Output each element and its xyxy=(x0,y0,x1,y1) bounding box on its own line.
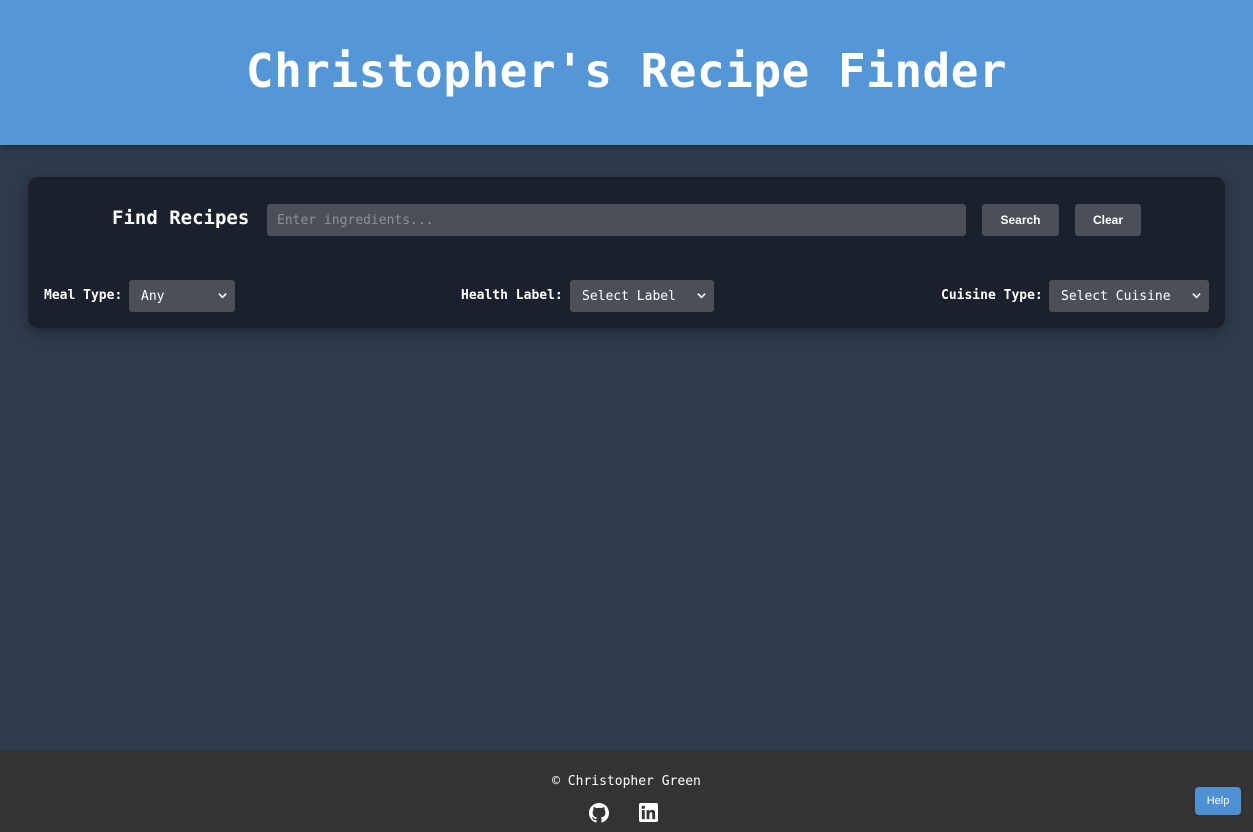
health-label-label: Health Label: xyxy=(461,288,563,303)
cuisine-type-label: Cuisine Type: xyxy=(941,288,1043,303)
chevron-down-icon xyxy=(1192,293,1201,299)
chevron-down-icon xyxy=(697,293,706,299)
health-label-select[interactable]: Select Label xyxy=(570,280,714,312)
linkedin-link[interactable] xyxy=(639,803,659,823)
meal-type-value: Any xyxy=(141,288,165,304)
meal-type-label: Meal Type: xyxy=(44,288,123,303)
copyright-text: © Christopher Green xyxy=(552,774,701,789)
github-link[interactable] xyxy=(589,803,609,823)
health-label-value: Select Label xyxy=(582,288,676,304)
site-header: Christopher's Recipe Finder xyxy=(0,0,1253,145)
help-button[interactable]: Help xyxy=(1195,787,1241,815)
chevron-down-icon xyxy=(218,293,227,299)
find-recipes-heading: Find Recipes xyxy=(112,207,250,229)
ingredients-search-input[interactable] xyxy=(267,204,966,236)
github-icon xyxy=(589,803,609,823)
meal-type-select[interactable]: Any xyxy=(129,280,235,312)
search-panel: Find Recipes Search Clear Meal Type: Any… xyxy=(28,177,1225,328)
search-button[interactable]: Search xyxy=(982,204,1059,236)
cuisine-type-select[interactable]: Select Cuisine xyxy=(1049,280,1209,312)
linkedin-icon xyxy=(639,803,658,822)
page-title: Christopher's Recipe Finder xyxy=(245,43,1008,98)
cuisine-type-value: Select Cuisine xyxy=(1061,288,1171,304)
site-footer: © Christopher Green xyxy=(0,751,1253,832)
clear-button[interactable]: Clear xyxy=(1075,204,1141,236)
